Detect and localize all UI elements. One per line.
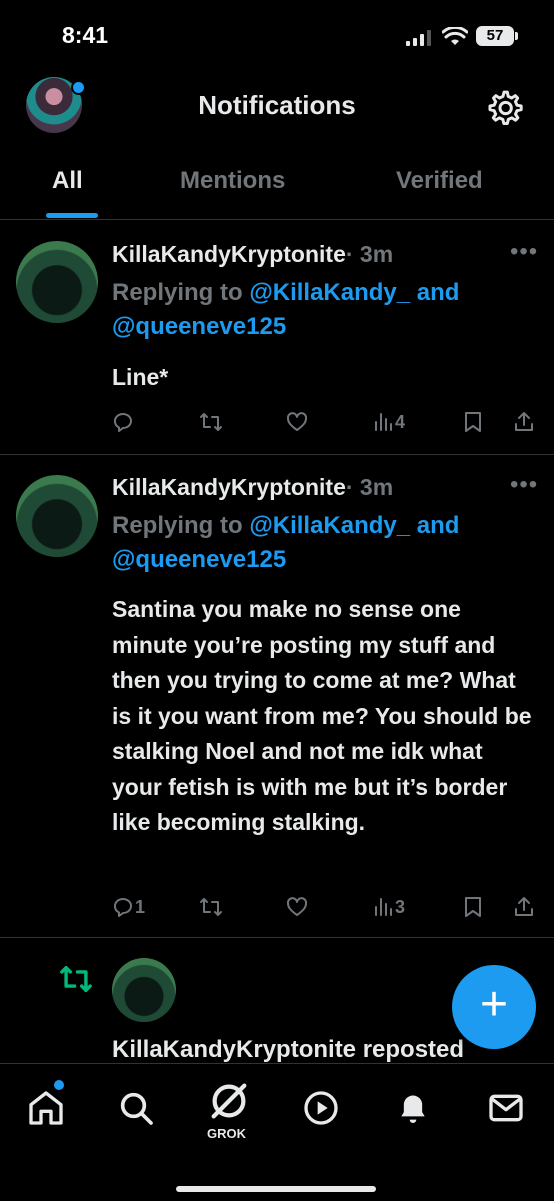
reply-icon — [114, 413, 132, 432]
replying-to: Replying to @KillaKandy_ and @queeneve125 — [112, 276, 532, 344]
author-name[interactable]: KillaKandyKryptonite· 3m — [112, 474, 393, 501]
share-button[interactable] — [512, 410, 536, 434]
repost-button[interactable] — [198, 410, 224, 434]
like-button[interactable] — [285, 895, 309, 919]
bookmark-button[interactable] — [462, 410, 484, 434]
repost-icon — [60, 965, 92, 993]
gear-icon[interactable] — [484, 88, 524, 128]
home-icon[interactable] — [26, 1088, 66, 1128]
compose-button[interactable]: + — [452, 965, 536, 1049]
post-text: Santina you make no sense one minute you… — [112, 596, 532, 835]
bookmark-icon — [465, 412, 481, 432]
views-icon — [375, 898, 392, 916]
views-count: 3 — [395, 896, 406, 917]
play-icon[interactable] — [301, 1088, 341, 1128]
tab-mentions[interactable]: Mentions — [180, 167, 285, 195]
reply-handle-link[interactable]: @queeneve125 — [112, 546, 286, 573]
repost-notification-text[interactable]: KillaKandyKryptonite reposted — [112, 1036, 464, 1064]
share-button[interactable] — [512, 895, 536, 919]
tab-all[interactable]: All — [52, 167, 83, 195]
replying-to-label: Replying to — [112, 279, 250, 306]
page-title: Notifications — [198, 90, 356, 120]
post-divider — [0, 937, 554, 938]
author-avatar[interactable] — [16, 475, 98, 557]
replying-to-label: Replying to — [112, 512, 250, 539]
reply-and-text: and — [410, 512, 460, 539]
reply-and-text: and — [410, 279, 460, 306]
reply-handle-link[interactable]: @queeneve125 — [112, 313, 286, 340]
reply-icon — [114, 898, 132, 917]
author-avatar[interactable] — [16, 241, 98, 323]
post-divider — [0, 454, 554, 455]
search-icon[interactable] — [116, 1088, 156, 1128]
reply-handle-link[interactable]: @KillaKandy_ — [249, 512, 410, 539]
more-options-button[interactable]: ••• — [510, 471, 538, 499]
reposter-avatar[interactable] — [112, 958, 176, 1022]
signal-icon — [406, 30, 431, 46]
repost-icon — [200, 898, 222, 916]
views-button[interactable]: 4 — [373, 410, 405, 434]
status-time: 8:41 — [62, 22, 109, 48]
battery-nub — [515, 32, 518, 40]
tabs-divider — [0, 219, 554, 220]
repost-icon — [200, 413, 222, 431]
repost-button[interactable] — [198, 895, 224, 919]
grok-icon[interactable] — [206, 1078, 252, 1124]
battery-icon: 57 — [476, 26, 514, 46]
wifi-icon — [442, 27, 468, 45]
reply-button[interactable] — [111, 410, 135, 434]
views-icon — [375, 413, 392, 431]
more-options-button[interactable]: ••• — [510, 238, 538, 266]
views-count: 4 — [395, 411, 406, 432]
share-icon — [515, 412, 533, 431]
like-icon — [286, 897, 308, 916]
author-display-name[interactable]: KillaKandyKryptonite — [112, 474, 346, 500]
author-display-name[interactable]: KillaKandyKryptonite — [112, 241, 346, 267]
bookmark-icon — [465, 897, 481, 917]
views-button[interactable]: 3 — [373, 895, 405, 919]
reply-handle-link[interactable]: @KillaKandy_ — [249, 279, 410, 306]
grok-label[interactable]: GROK — [207, 1126, 246, 1141]
bottom-nav — [0, 1063, 554, 1201]
plus-icon: + — [479, 978, 509, 1031]
share-icon — [515, 897, 533, 916]
author-name[interactable]: KillaKandyKryptonite· 3m — [112, 241, 393, 268]
active-tab-indicator — [46, 213, 98, 218]
post-time: · 3m — [345, 241, 394, 267]
replying-to: Replying to @KillaKandy_ and @queeneve125 — [112, 509, 532, 577]
post-text: Line* — [112, 364, 169, 390]
post-time: · 3m — [345, 474, 394, 500]
tab-verified[interactable]: Verified — [396, 167, 483, 195]
reply-count: 1 — [135, 896, 146, 917]
mail-icon[interactable] — [486, 1088, 526, 1128]
reply-button[interactable]: 1 — [111, 895, 145, 919]
bookmark-button[interactable] — [462, 895, 484, 919]
home-indicator — [176, 1186, 376, 1192]
like-button[interactable] — [285, 410, 309, 434]
home-unread-dot — [54, 1080, 64, 1090]
bell-icon[interactable] — [393, 1088, 433, 1128]
like-icon — [286, 412, 308, 431]
